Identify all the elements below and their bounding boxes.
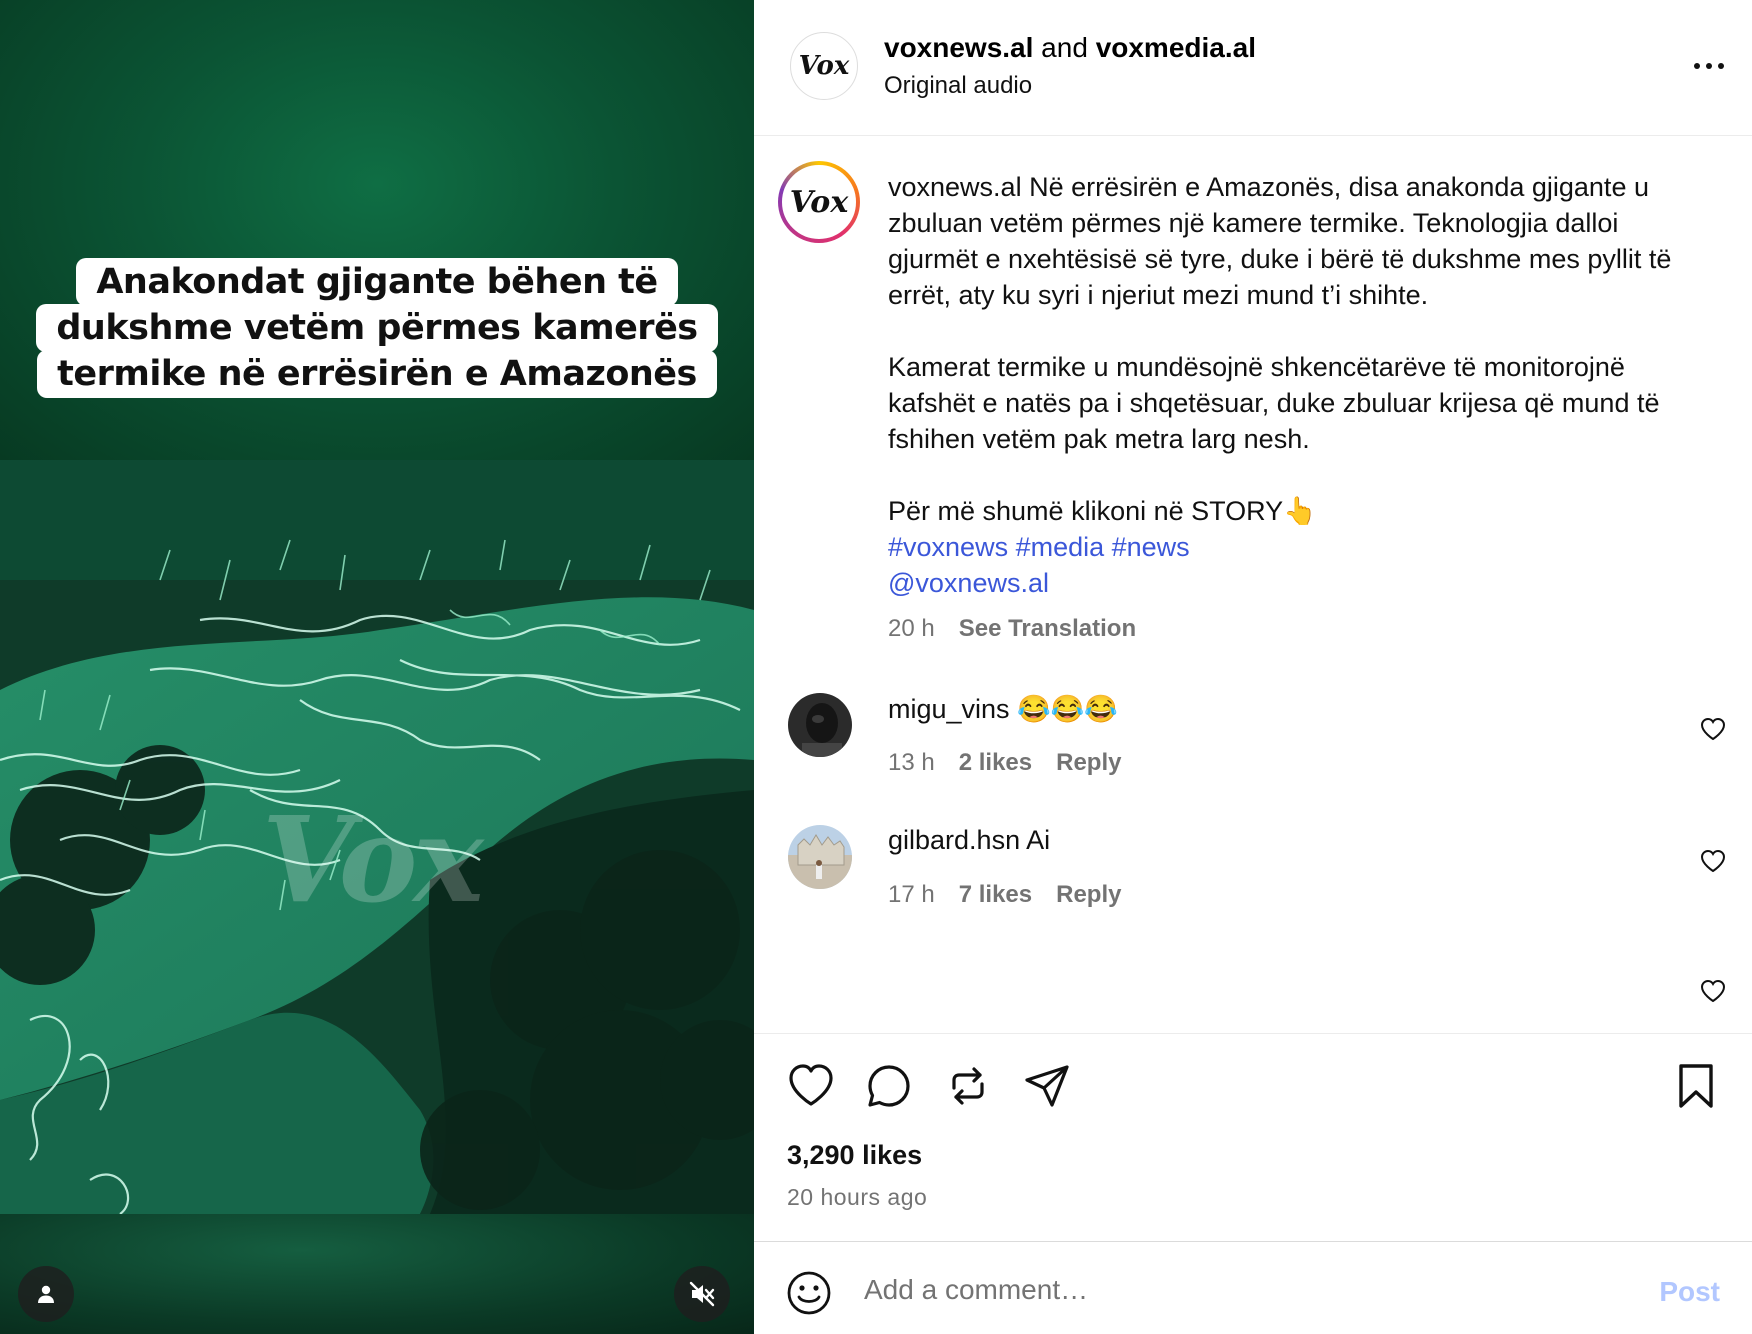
comment-item: migu_vins 😂😂😂 13 h 2 likes Reply (754, 693, 1752, 813)
author-username[interactable]: voxnews.al (884, 32, 1033, 63)
comment-like-heart-icon[interactable] (1700, 717, 1726, 741)
overlay-line: termike në errësirën e Amazonës (37, 350, 717, 398)
caption-hashtags[interactable]: #voxnews #media #news (888, 529, 1708, 565)
likes-count[interactable]: 3,290 likes (787, 1140, 922, 1171)
coauthor-username[interactable]: voxmedia.al (1096, 32, 1256, 63)
comment-item: gilbard.hsn Ai 17 h 7 likes Reply (754, 825, 1752, 945)
comment-likes-button[interactable]: 7 likes (959, 881, 1032, 908)
person-icon (38, 1285, 54, 1303)
post-actions: 3,290 likes 20 hours ago (754, 1033, 1752, 1243)
caption-cta: Për më shumë klikoni në STORY👆 (888, 496, 1317, 526)
comment-reply-button[interactable]: Reply (1056, 749, 1121, 776)
more-options-icon[interactable] (1688, 52, 1730, 80)
caption-time: 20 h (888, 615, 935, 642)
comment-text: gilbard.hsn Ai (888, 825, 1050, 856)
commenter-username[interactable]: gilbard.hsn (888, 825, 1020, 855)
audio-label[interactable]: Original audio (884, 72, 1032, 100)
comment-like-heart-icon[interactable] (1700, 849, 1726, 873)
bookmark-icon[interactable] (1672, 1062, 1720, 1110)
commenter-avatar[interactable] (788, 825, 852, 889)
tagged-people-button[interactable] (18, 1266, 74, 1322)
comments-scroll-area[interactable]: Vox voxnews.al Në errësirën e Amazonës, … (754, 137, 1752, 1033)
post-time: 20 hours ago (787, 1184, 928, 1210)
see-translation-button[interactable]: See Translation (959, 615, 1136, 642)
comment-time: 13 h (888, 749, 935, 776)
comment-time: 17 h (888, 881, 935, 908)
post-header: Vox voxnews.al and voxmedia.al Original … (754, 0, 1752, 136)
author-avatar[interactable]: Vox (790, 32, 858, 100)
add-comment-input[interactable] (864, 1264, 1564, 1316)
comment-reply-button[interactable]: Reply (1056, 881, 1121, 908)
comment-likes-button[interactable]: 2 likes (959, 749, 1032, 776)
caption-author-avatar[interactable]: Vox (778, 161, 860, 243)
comment-meta: 17 h 7 likes Reply (888, 881, 1121, 909)
add-comment-bar: Post (754, 1241, 1752, 1334)
video-overlay-caption: Anakondat gjigante bëhen të dukshme vetë… (0, 258, 754, 398)
comment-meta: 13 h 2 likes Reply (888, 749, 1121, 777)
video-bottom-band (0, 1214, 754, 1334)
avatar-logo: Vox (782, 165, 856, 239)
caption-paragraph-2: Kamerat termike u mundësojnë shkencëtarë… (888, 352, 1660, 454)
overlay-line: Anakondat gjigante bëhen të (76, 258, 678, 306)
overlay-line: dukshme vetëm përmes kamerës (36, 304, 718, 352)
comment-body: Ai (1020, 825, 1051, 855)
emoji-icon[interactable] (786, 1270, 832, 1316)
reel-video[interactable]: Anakondat gjigante bëhen të dukshme vetë… (0, 0, 754, 1334)
caption-username[interactable]: voxnews.al (888, 172, 1022, 202)
share-icon[interactable] (1023, 1062, 1071, 1110)
vox-watermark: Vox (262, 790, 484, 929)
post-detail-panel: Vox voxnews.al and voxmedia.al Original … (754, 0, 1752, 1334)
caption-paragraph-1: voxnews.al Në errësirën e Amazonës, disa… (888, 169, 1708, 313)
comment-body: 😂😂😂 (1009, 694, 1118, 724)
comment-icon[interactable] (865, 1062, 913, 1110)
comment-like-heart-icon[interactable] (1700, 979, 1726, 1003)
like-heart-icon[interactable] (787, 1062, 835, 1110)
post-comment-button[interactable]: Post (1659, 1276, 1720, 1308)
post-caption: voxnews.al Në errësirën e Amazonës, disa… (888, 169, 1708, 601)
caption-meta: 20 h See Translation (888, 615, 1136, 643)
comment-text: migu_vins 😂😂😂 (888, 693, 1118, 725)
mute-icon (689, 1281, 715, 1307)
mute-toggle-button[interactable] (674, 1266, 730, 1322)
post-authors: voxnews.al and voxmedia.al (884, 32, 1256, 64)
authors-joiner: and (1033, 32, 1096, 63)
commenter-avatar[interactable] (788, 693, 852, 757)
repost-icon[interactable] (944, 1062, 992, 1110)
commenter-username[interactable]: migu_vins (888, 694, 1010, 724)
caption-mention[interactable]: @voxnews.al (888, 565, 1708, 601)
